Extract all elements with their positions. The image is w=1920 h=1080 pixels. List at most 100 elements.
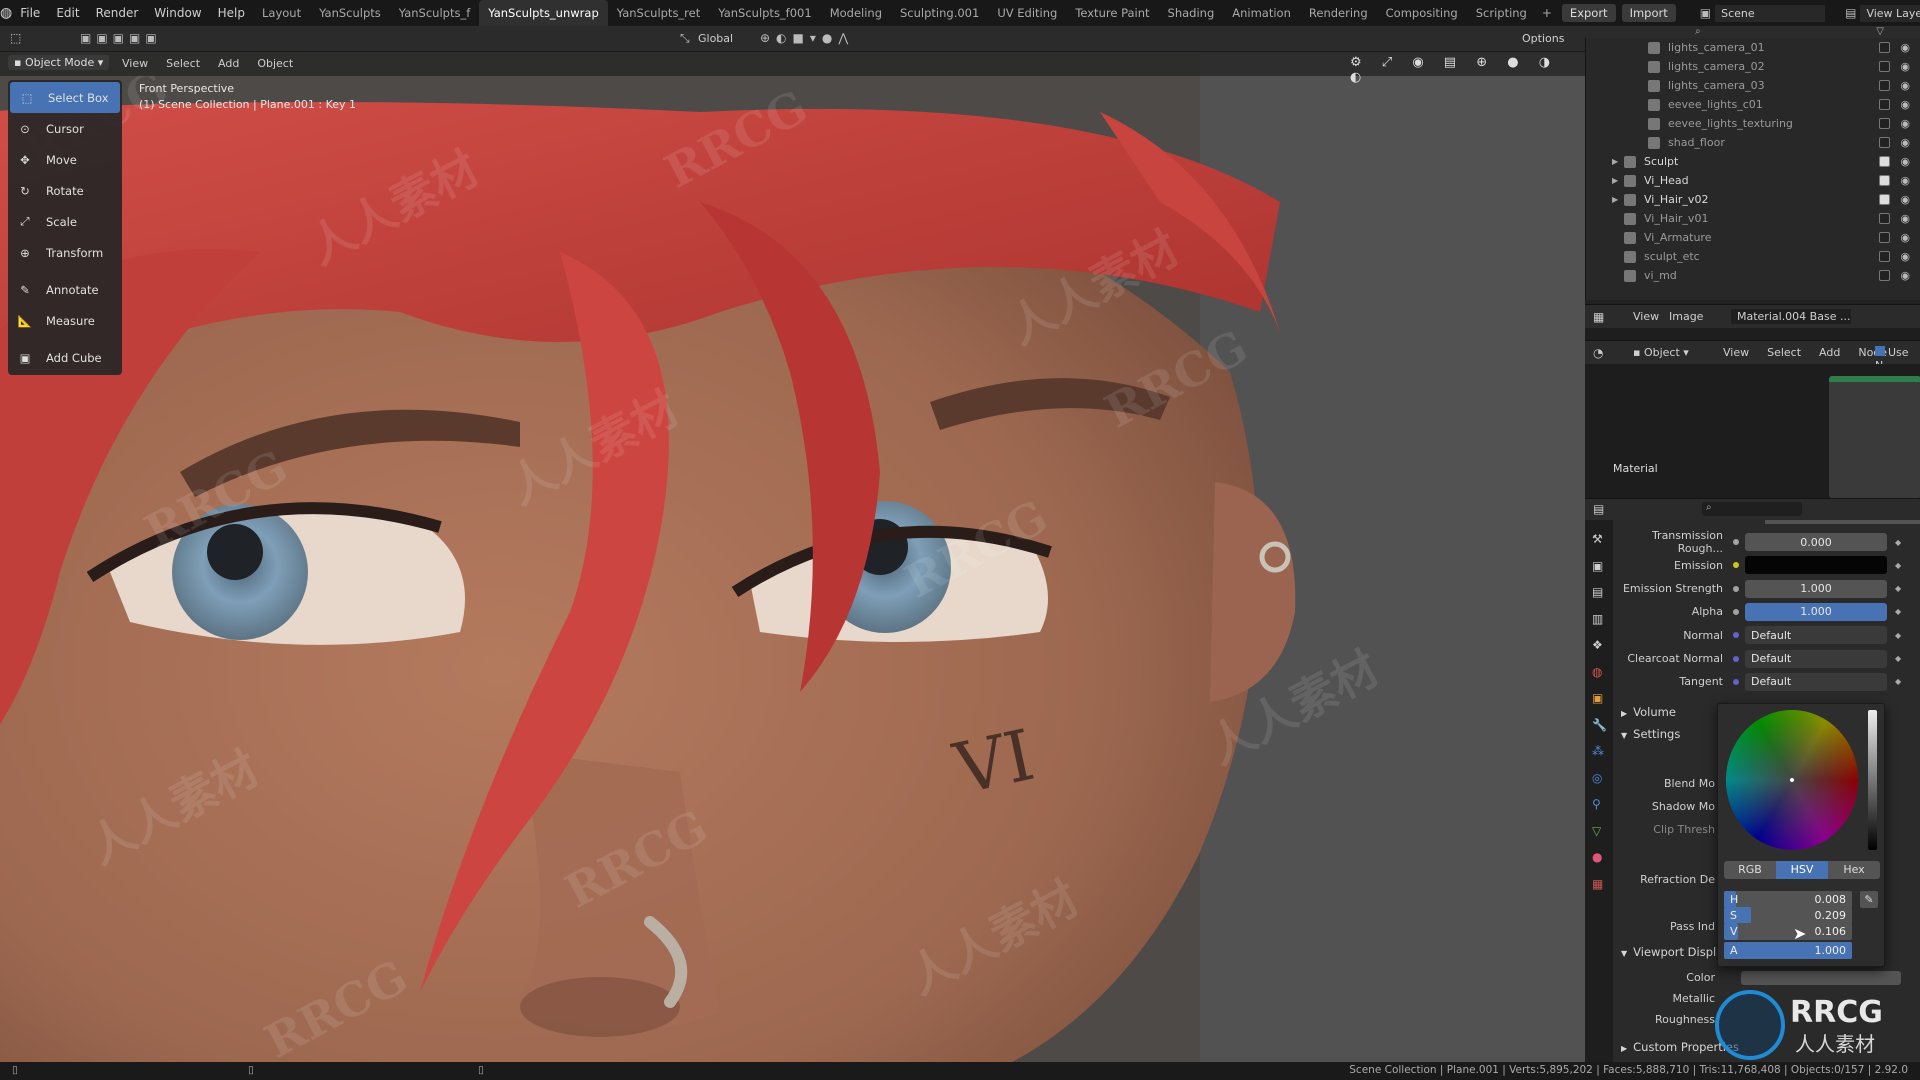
visibility-eye-icon[interactable]: ◉ <box>1900 193 1910 206</box>
outliner[interactable]: lights_camera_01 ◉ lights_camera_02 ◉ lights… <box>1585 38 1920 300</box>
node-menu-add[interactable]: Add <box>1819 346 1840 359</box>
visibility-eye-icon[interactable]: ◉ <box>1900 174 1910 187</box>
outliner-row[interactable]: vi_md ◉ <box>1586 266 1920 285</box>
section-settings[interactable]: ▼ Settings <box>1621 727 1680 741</box>
workspace-tab[interactable]: YanSculpts_f <box>390 0 479 26</box>
view-layer-selector[interactable]: View Layer <box>1860 4 1920 22</box>
outliner-row[interactable]: eevee_lights_c01 ◉ <box>1586 95 1920 114</box>
socket-dot-icon[interactable] <box>1733 539 1739 545</box>
outliner-row[interactable]: sculpt_etc ◉ <box>1586 247 1920 266</box>
property-value-field[interactable]: Default <box>1745 672 1887 691</box>
keyframe-dot-icon[interactable]: ◆ <box>1895 607 1901 616</box>
workspace-tab[interactable]: Texture Paint <box>1066 0 1158 26</box>
view-layer-tab-icon[interactable]: ▥ <box>1592 612 1603 626</box>
property-value-field[interactable] <box>1745 556 1887 575</box>
tool-move[interactable]: ✥ Move <box>8 144 122 175</box>
scene-selector[interactable]: Scene <box>1715 4 1826 22</box>
node-menu-view[interactable]: View <box>1723 346 1749 359</box>
hsva-field-h[interactable]: H 0.008 <box>1724 891 1852 908</box>
visibility-eye-icon[interactable]: ◉ <box>1900 269 1910 282</box>
outliner-row[interactable]: ▶ Sculpt ◉ <box>1586 152 1920 171</box>
value-slider[interactable] <box>1868 710 1877 850</box>
exclude-checkbox[interactable] <box>1879 232 1890 243</box>
wheel-cursor[interactable] <box>1790 778 1794 782</box>
viewport-menu-object[interactable]: Object <box>257 57 293 70</box>
principled-bsdf-node[interactable] <box>1829 376 1920 498</box>
image-menu-image[interactable]: Image <box>1669 310 1703 323</box>
socket-dot-icon[interactable] <box>1733 585 1739 592</box>
scene-tab-icon[interactable]: ❖ <box>1592 638 1603 652</box>
options-dropdown[interactable]: Options <box>1522 32 1564 45</box>
world-tab-icon[interactable]: ◍ <box>1592 665 1602 679</box>
exclude-checkbox[interactable] <box>1879 194 1890 205</box>
exclude-checkbox[interactable] <box>1879 270 1890 281</box>
export-button[interactable]: Export <box>1561 4 1616 22</box>
workspace-tab[interactable]: YanSculpts <box>310 0 390 26</box>
hsva-field-a[interactable]: A 1.000 <box>1724 942 1852 959</box>
property-value-field[interactable]: Default <box>1745 649 1887 668</box>
filter-icon[interactable]: ▽ <box>1876 26 1884 37</box>
exclude-checkbox[interactable] <box>1879 61 1890 72</box>
texture-tab-icon[interactable]: ▦ <box>1592 877 1603 891</box>
property-value-field[interactable]: 1.000 <box>1745 602 1887 621</box>
modifier-tab-icon[interactable]: 🔧 <box>1592 718 1607 732</box>
tool-annotate[interactable]: ✎ Annotate <box>8 274 122 305</box>
tool-cursor[interactable]: ⊙ Cursor <box>8 113 122 144</box>
workspace-tab[interactable]: YanSculpts_ret <box>608 0 710 26</box>
image-selector[interactable]: Material.004 Base ... <box>1731 309 1851 324</box>
socket-dot-icon[interactable] <box>1733 608 1739 615</box>
data-tab-icon[interactable]: ▽ <box>1592 824 1601 838</box>
outliner-row[interactable]: lights_camera_01 ◉ <box>1586 38 1920 57</box>
property-value-field[interactable]: 1.000 <box>1745 579 1887 598</box>
keyframe-dot-icon[interactable]: ◆ <box>1895 631 1901 640</box>
node-menu-select[interactable]: Select <box>1767 346 1801 359</box>
hsva-field-s[interactable]: S 0.209 <box>1724 907 1852 924</box>
section-volume[interactable]: ▶ Volume <box>1621 705 1676 719</box>
render-tab-icon[interactable]: ▣ <box>1592 559 1603 573</box>
particles-tab-icon[interactable]: ⁂ <box>1592 744 1604 758</box>
visibility-eye-icon[interactable]: ◉ <box>1900 79 1910 92</box>
color-mode-hex[interactable]: Hex <box>1828 861 1880 879</box>
exclude-checkbox[interactable] <box>1879 156 1890 167</box>
shading-icons[interactable]: ⚙ ⤢ ◉ ▤ ⊕ ● ◑ ◐ <box>1350 55 1585 85</box>
properties-search-field[interactable]: ⌕ <box>1702 502 1802 516</box>
visibility-eye-icon[interactable]: ◉ <box>1900 212 1910 225</box>
add-workspace-icon[interactable]: + <box>1536 6 1558 20</box>
exclude-checkbox[interactable] <box>1879 251 1890 262</box>
color-mode-rgb[interactable]: RGB <box>1724 861 1776 879</box>
3d-viewport[interactable]: VI RRCG人人素材RRCG人人素材RRCG人人素材RRCG人人素材人人素材R… <box>0 52 1585 1062</box>
menu-edit[interactable]: Edit <box>48 0 87 26</box>
tool-add-cube[interactable]: ▣ Add Cube <box>8 342 122 373</box>
viewport-menu-view[interactable]: View <box>122 57 148 70</box>
hsva-field-v[interactable]: V 0.106 <box>1724 923 1852 940</box>
image-menu-view[interactable]: View <box>1633 310 1659 323</box>
visibility-eye-icon[interactable]: ◉ <box>1900 98 1910 111</box>
keyframe-dot-icon[interactable]: ◆ <box>1895 677 1901 686</box>
workspace-tab[interactable]: Rendering <box>1300 0 1377 26</box>
physics-tab-icon[interactable]: ◎ <box>1592 771 1602 785</box>
visibility-eye-icon[interactable]: ◉ <box>1900 155 1910 168</box>
exclude-checkbox[interactable] <box>1879 99 1890 110</box>
visibility-eye-icon[interactable]: ◉ <box>1900 60 1910 73</box>
menu-help[interactable]: Help <box>210 0 253 26</box>
keyframe-dot-icon[interactable]: ◆ <box>1895 538 1901 547</box>
expand-arrow-icon[interactable]: ▶ <box>1612 195 1618 204</box>
workspace-tab[interactable]: YanSculpts_f001 <box>709 0 820 26</box>
color-mode-hsv[interactable]: HSV <box>1776 861 1828 879</box>
property-value-field[interactable]: Default <box>1745 626 1887 645</box>
keyframe-dot-icon[interactable]: ◆ <box>1895 561 1901 570</box>
outliner-row[interactable]: eevee_lights_texturing ◉ <box>1586 114 1920 133</box>
visibility-eye-icon[interactable]: ◉ <box>1900 250 1910 263</box>
material-tab-icon[interactable]: ● <box>1592 850 1602 864</box>
node-editor-canvas[interactable]: Material <box>1585 364 1920 498</box>
viewport-menu-select[interactable]: Select <box>166 57 200 70</box>
visibility-eye-icon[interactable]: ◉ <box>1900 136 1910 149</box>
outliner-row[interactable]: shad_floor ◉ <box>1586 133 1920 152</box>
workspace-tab[interactable]: Layout <box>253 0 310 26</box>
tool-transform[interactable]: ⊕ Transform <box>8 237 122 268</box>
socket-dot-icon[interactable] <box>1733 678 1739 685</box>
exclude-checkbox[interactable] <box>1879 137 1890 148</box>
editor-type-icon[interactable]: ⬚ <box>10 31 21 45</box>
menu-render[interactable]: Render <box>88 0 147 26</box>
output-tab-icon[interactable]: ▤ <box>1592 585 1603 599</box>
